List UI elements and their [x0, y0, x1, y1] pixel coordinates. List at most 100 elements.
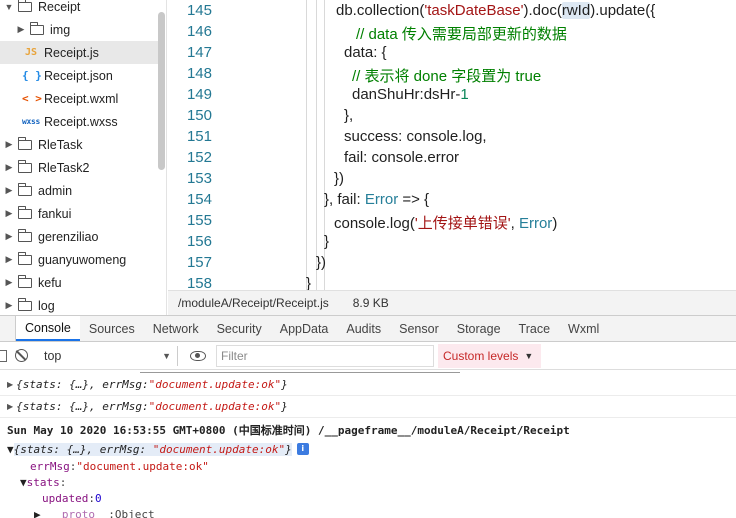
folder-icon [17, 251, 32, 265]
code-token: success: console.log, [344, 128, 487, 145]
chevron-right-icon[interactable]: ▶ [4, 231, 14, 242]
tree-item-label: RleTask [38, 137, 83, 152]
tree-item[interactable]: ▶ guanyuwomeng [0, 248, 160, 271]
tree-item[interactable]: ▶ img [0, 18, 160, 41]
chevron-right-icon[interactable]: ▶ [4, 300, 14, 311]
filter-box[interactable] [216, 344, 434, 367]
code-token: console.log( [334, 215, 415, 232]
property-row[interactable]: ▶ __proto__: Object [0, 506, 736, 518]
devtools-left-edge [0, 316, 16, 341]
chevron-right-icon[interactable]: ▶ [4, 185, 14, 196]
tree-scrollbar[interactable] [158, 12, 165, 170]
code-token: } [306, 275, 312, 290]
console-message[interactable]: ▶ {stats: {…}, errMsg: "document.update:… [0, 374, 736, 396]
tree-item[interactable]: wxss Receipt.wxss [0, 110, 160, 133]
tree-item[interactable]: { } Receipt.json [0, 64, 160, 87]
tree-item[interactable]: ▶ fankui [0, 202, 160, 225]
tree-item[interactable]: ▼ Receipt [0, 0, 160, 18]
code-line[interactable]: db.collection('taskDateBase').doc(rwId).… [336, 2, 655, 19]
tree-item[interactable]: ▶ gerenziliao [0, 225, 160, 248]
code-line[interactable]: } [324, 233, 329, 250]
code-token: => { [398, 191, 430, 208]
tab-trace[interactable]: Trace [510, 316, 560, 341]
tab-appdata[interactable]: AppData [271, 316, 338, 341]
tab-network[interactable]: Network [144, 316, 208, 341]
clear-console-icon[interactable] [15, 349, 28, 362]
info-icon[interactable]: i [296, 443, 309, 455]
editor-status-bar: /moduleA/Receipt/Receipt.js 8.9 KB [168, 290, 736, 315]
chevron-down-icon[interactable]: ▼ [4, 2, 14, 12]
filter-input[interactable] [221, 348, 421, 363]
chevron-right-icon[interactable]: ▶ [4, 254, 14, 265]
property-row: errMsg: "document.update:ok" [30, 459, 209, 473]
tree-item[interactable]: ▶ RleTask [0, 133, 160, 156]
chevron-right-icon[interactable]: ▶ [4, 277, 14, 288]
code-line[interactable]: }, fail: Error => { [324, 191, 429, 208]
code-token: } [324, 233, 330, 250]
folder-icon [17, 136, 32, 150]
tree-item-label: guanyuwomeng [38, 252, 127, 267]
file-tree: ▼ Receipt ▶ img JS Receipt.js{ } Receipt.json <… [0, 0, 167, 315]
code-line[interactable]: data: { [344, 44, 387, 61]
code-token: }, fail: [324, 191, 365, 208]
code-token: ) [552, 215, 558, 232]
custom-levels-label: Custom levels [443, 348, 519, 363]
tab-audits[interactable]: Audits [337, 316, 390, 341]
line-number: 152 [186, 149, 212, 166]
folder-icon [17, 182, 32, 196]
code-line[interactable]: success: console.log, [344, 128, 487, 145]
eye-icon[interactable] [190, 350, 206, 361]
property-row[interactable]: ▼ stats: [0, 474, 736, 490]
code-token: '上传接单错误' [414, 215, 511, 232]
code-line[interactable]: // 表示将 done 字段置为 true [352, 65, 541, 86]
code-token: // data 传入需要局部更新的数据 [356, 26, 567, 43]
tree-item-label: Receipt [38, 0, 81, 14]
line-number: 145 [186, 2, 212, 19]
tree-item[interactable]: ▶ RleTask2 [0, 156, 160, 179]
expand-triangle-icon[interactable]: ▶ [7, 402, 13, 411]
tree-item[interactable]: ▶ admin [0, 179, 160, 202]
code-line[interactable]: fail: console.error [344, 149, 459, 166]
code-line[interactable]: }) [316, 254, 326, 271]
context-selector[interactable]: top ▼ [44, 345, 178, 366]
chevron-right-icon[interactable]: ▶ [16, 24, 26, 35]
tree-item-label: img [50, 22, 71, 37]
console-message[interactable]: ▶ {stats: {…}, errMsg: "document.update:… [0, 396, 736, 418]
tree-item[interactable]: ▶ kefu [0, 271, 160, 294]
console-message-expanded[interactable]: ▼ {stats: {…}, errMsg: "document.update:… [0, 440, 736, 458]
line-number: 153 [186, 170, 212, 187]
tab-security[interactable]: Security [208, 316, 271, 341]
console-log[interactable]: ▶ {stats: {…}, errMsg: "document.update:… [0, 370, 736, 518]
object-preview: {stats: {…}, errMsg: "document.update:ok… [13, 442, 292, 456]
devtools-tab-bar: Console Sources Network Security AppData Audi… [0, 315, 736, 342]
tab-console[interactable]: Console [16, 316, 80, 341]
code-token: }) [316, 254, 327, 271]
tab-wxml[interactable]: Wxml [559, 316, 608, 341]
code-line[interactable]: // data 传入需要局部更新的数据 [356, 23, 567, 44]
collapse-triangle-icon[interactable]: ▼ [20, 476, 27, 489]
tree-item[interactable]: JS Receipt.js [0, 41, 160, 64]
code-line[interactable]: console.log('上传接单错误', Error) [334, 212, 557, 233]
collapse-triangle-icon[interactable]: ▼ [7, 443, 14, 456]
expand-triangle-icon[interactable]: ▶ [34, 508, 41, 518]
expand-triangle-icon[interactable]: ▶ [7, 380, 13, 389]
code-line[interactable]: }) [334, 170, 344, 187]
tree-item[interactable]: < > Receipt.wxml [0, 87, 160, 110]
chevron-right-icon[interactable]: ▶ [4, 139, 14, 150]
tree-item[interactable]: ▶ log [0, 294, 160, 315]
tab-storage[interactable]: Storage [448, 316, 510, 341]
custom-levels-dropdown[interactable]: Custom levels ▼ [438, 343, 542, 368]
sidebar-toggle-icon[interactable] [0, 349, 7, 362]
tab-sources[interactable]: Sources [80, 316, 144, 341]
chevron-down-icon: ▼ [524, 350, 534, 361]
code-line[interactable]: danShuHr:dsHr-1 [352, 86, 469, 103]
indent-guide [306, 0, 307, 290]
code-token: db.collection( [336, 2, 425, 19]
code-line[interactable]: } [306, 275, 311, 290]
tree-item-label: RleTask2 [38, 160, 90, 175]
tab-sensor[interactable]: Sensor [390, 316, 448, 341]
code-line[interactable]: }, [344, 107, 353, 124]
code-editor[interactable]: 145 db.collection('taskDateBase').doc(rwI… [168, 0, 736, 290]
chevron-right-icon[interactable]: ▶ [4, 162, 14, 173]
chevron-right-icon[interactable]: ▶ [4, 208, 14, 219]
